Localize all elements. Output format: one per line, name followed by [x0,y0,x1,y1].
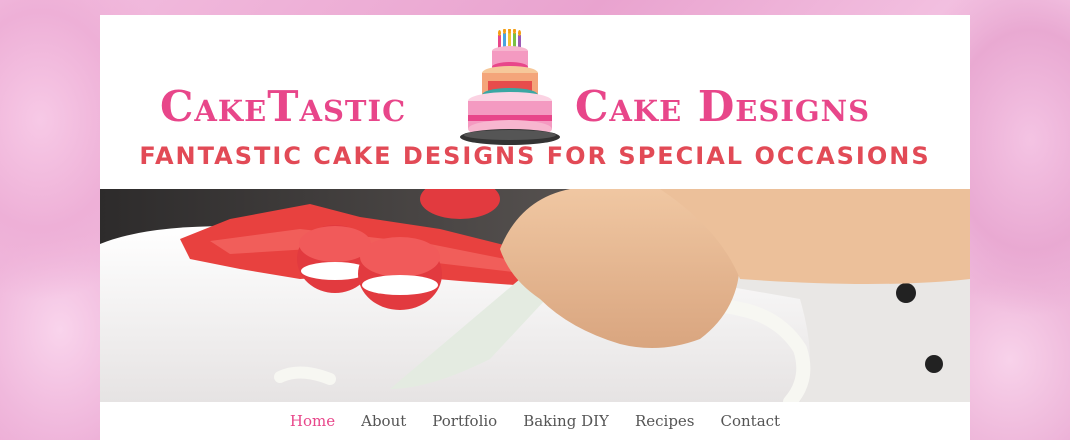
main-nav: Home About Portfolio Baking DIY Recipes … [100,402,970,440]
nav-item-baking-diy[interactable]: Baking DIY [510,412,622,430]
nav-item-about[interactable]: About [348,412,419,430]
birthday-cake-icon[interactable] [458,29,564,149]
nav-item-portfolio[interactable]: Portfolio [419,412,510,430]
site-tagline: FANTASTIC CAKE DESIGNS FOR SPECIAL OCCAS… [139,142,931,170]
hero-image [100,189,970,402]
nav-item-contact[interactable]: Contact [708,412,794,430]
site-header: CakeTastic Cake Designs FANTASTIC CAKE D… [100,15,970,189]
site-title-right[interactable]: Cake Designs [575,85,870,129]
cake-decorating-photo [100,189,970,402]
page-container: CakeTastic Cake Designs FANTASTIC CAKE D… [100,15,970,440]
site-title-left[interactable]: CakeTastic [160,85,406,129]
nav-item-home[interactable]: Home [277,412,348,430]
nav-item-recipes[interactable]: Recipes [622,412,708,430]
